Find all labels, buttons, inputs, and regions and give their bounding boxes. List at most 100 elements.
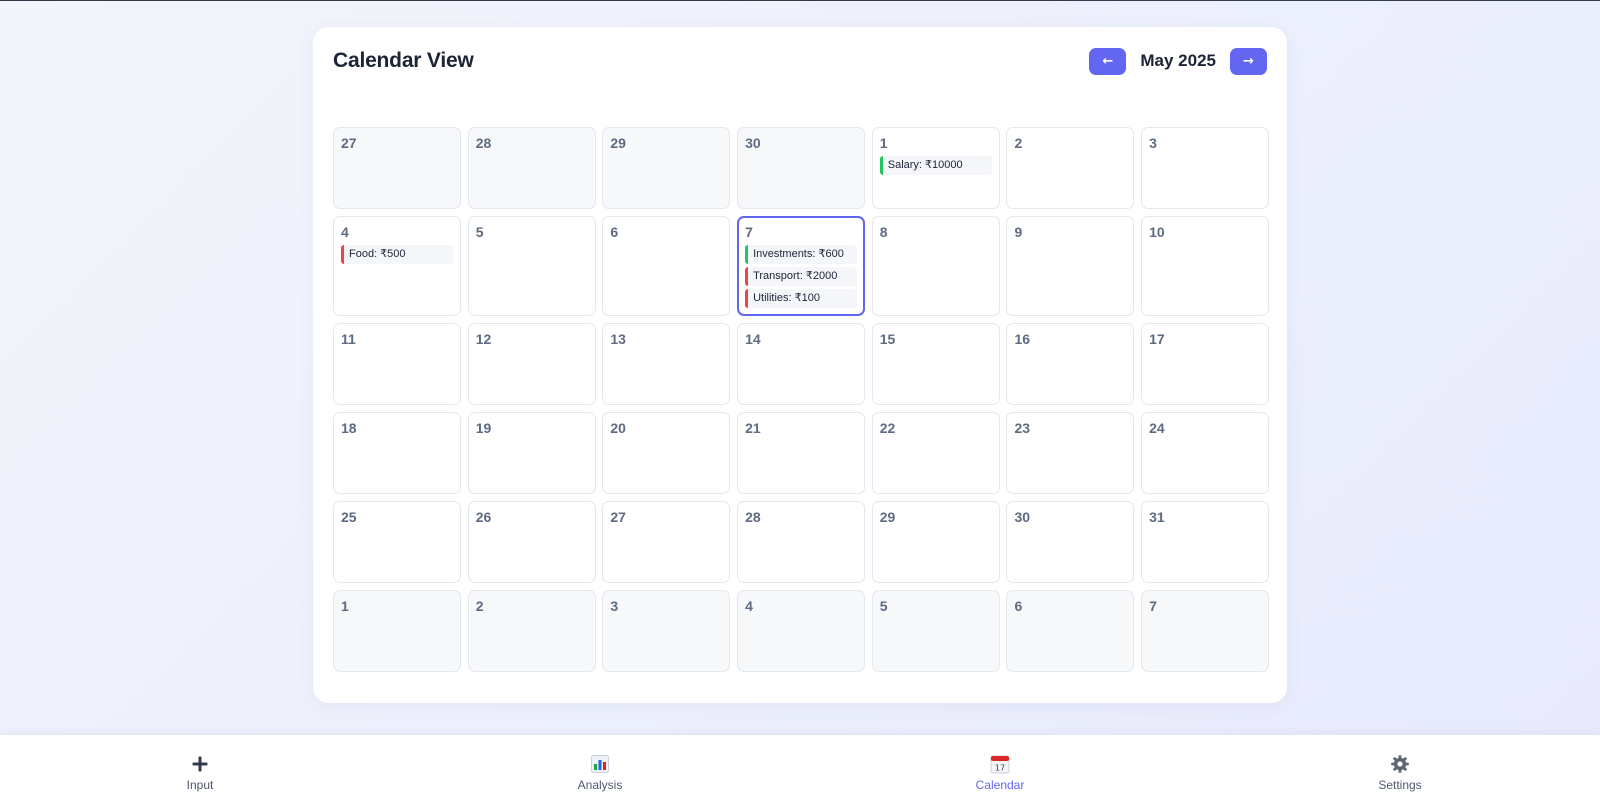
calendar-card: Calendar View ← May 2025 → SunMonTueWedT… [313,27,1287,703]
income-transaction-chip[interactable]: Salary: ₹10000 [879,156,992,175]
calendar-day-cell[interactable]: 20 [602,412,731,494]
day-number: 25 [341,509,357,525]
calendar-day-cell[interactable]: 6 [602,216,731,316]
expense-transaction-chip[interactable]: Food: ₹500 [341,245,453,264]
nav-item-input[interactable]: Input [100,753,300,792]
plus-icon [192,753,208,775]
previous-month-button[interactable]: ← [1089,47,1127,75]
day-number: 28 [745,509,761,525]
day-number: 19 [475,420,492,436]
calendar-day-cell[interactable]: 2 [1006,127,1135,209]
day-number: 20 [610,420,626,436]
day-number: 6 [610,224,619,240]
day-number: 27 [610,509,626,525]
day-number: 5 [879,598,888,614]
day-number: 30 [745,135,761,151]
calendar-icon: 17 [990,753,1010,775]
day-number: 7 [1149,598,1157,614]
calendar-day-cell[interactable]: 1 Salary: ₹10000 [871,127,1000,209]
calendar-day-cell[interactable]: 16 [1006,323,1135,405]
calendar-day-cell[interactable]: 17 [1141,323,1270,405]
calendar-day-cell[interactable]: 29 [602,127,731,209]
nav-item-settings[interactable]: Settings [1300,753,1500,792]
calendar-day-cell[interactable]: 28 [737,501,866,583]
day-number: 29 [610,135,626,151]
nav-item-label: Settings [1378,777,1422,792]
day-number: 8 [879,224,888,240]
day-number: 9 [1014,224,1023,240]
calendar-day-cell[interactable]: 29 [871,501,1000,583]
calendar-day-cell[interactable]: 1 [333,590,461,672]
day-number: 27 [341,135,357,151]
bar-chart-icon [591,753,609,775]
calendar-day-cell[interactable]: 28 [467,127,596,209]
day-number: 2 [475,598,484,614]
day-number: 30 [1014,509,1031,525]
day-number: 4 [341,224,349,240]
calendar-day-cell[interactable]: 31 [1141,501,1270,583]
calendar-day-cell[interactable]: 7 Investments: ₹600 Transport: ₹2000 Utilit… [737,216,866,316]
day-number: 24 [1149,420,1165,436]
calendar-day-cell[interactable]: 2 [467,590,596,672]
calendar-day-cell[interactable]: 14 [737,323,866,405]
day-number: 10 [1149,224,1165,240]
nav-item-analysis[interactable]: Analysis [500,753,700,792]
day-number: 5 [475,224,484,240]
nav-item-calendar[interactable]: 17 Calendar [900,753,1100,792]
calendar-day-cell[interactable]: 4 Food: ₹500 [333,216,461,316]
calendar-day-cell[interactable]: 7 [1141,590,1270,672]
income-transaction-chip[interactable]: Investments: ₹600 [745,245,858,264]
calendar-day-cell[interactable]: 6 [1006,590,1135,672]
calendar-day-cell[interactable]: 22 [871,412,1000,494]
day-number: 4 [745,598,753,614]
arrow-left-icon: ← [1102,53,1114,69]
calendar-day-cell[interactable]: 3 [1141,127,1270,209]
calendar-day-cell[interactable]: 25 [333,501,461,583]
day-number: 21 [745,420,761,436]
calendar-day-cell[interactable]: 27 [333,127,461,209]
calendar-day-cell[interactable]: 23 [1006,412,1135,494]
calendar-header: Calendar View ← May 2025 → [333,47,1267,75]
gear-icon [1390,753,1410,775]
calendar-day-cell[interactable]: 12 [467,323,596,405]
calendar-day-cell[interactable]: 11 [333,323,461,405]
calendar-grid: 27 28 29 30 1 Salary: ₹10000 2 3 4 Food: ₹500 5 6 7 I… [333,127,1270,672]
day-number: 2 [1014,135,1023,151]
page-title: Calendar View [333,49,474,72]
calendar-day-cell[interactable]: 15 [871,323,1000,405]
day-number: 31 [1149,509,1165,525]
expense-transaction-chip[interactable]: Utilities: ₹100 [745,289,858,308]
calendar-day-cell[interactable]: 30 [737,127,866,209]
day-number: 16 [1014,331,1031,347]
arrow-right-icon: → [1243,53,1254,69]
day-number: 28 [475,135,492,151]
calendar-day-cell[interactable]: 26 [467,501,596,583]
day-number: 3 [610,598,619,614]
calendar-day-cell[interactable]: 13 [602,323,731,405]
calendar-day-cell[interactable]: 21 [737,412,866,494]
calendar-day-cell[interactable]: 30 [1006,501,1135,583]
calendar-day-cell[interactable]: 5 [467,216,596,316]
calendar-day-cell[interactable]: 4 [737,590,866,672]
day-number: 26 [475,509,492,525]
day-number: 17 [1149,331,1165,347]
calendar-day-cell[interactable]: 27 [602,501,731,583]
calendar-day-cell[interactable]: 5 [871,590,1000,672]
nav-item-label: Analysis [577,777,623,792]
day-number: 1 [341,598,349,614]
calendar-day-cell[interactable]: 19 [467,412,596,494]
day-number: 22 [879,420,896,436]
calendar-day-cell[interactable]: 9 [1006,216,1135,316]
next-month-button[interactable]: → [1230,47,1267,75]
svg-text:17: 17 [995,763,1005,772]
calendar-day-cell[interactable]: 10 [1141,216,1270,316]
day-number: 18 [341,420,357,436]
nav-item-label: Input [186,777,214,792]
calendar-day-cell[interactable]: 18 [333,412,461,494]
calendar-day-cell[interactable]: 8 [871,216,1000,316]
current-month-label: May 2025 [1140,51,1216,70]
expense-transaction-chip[interactable]: Transport: ₹2000 [745,267,858,286]
calendar-day-cell[interactable]: 24 [1141,412,1270,494]
calendar-day-cell[interactable]: 3 [602,590,731,672]
day-number: 11 [341,331,356,347]
